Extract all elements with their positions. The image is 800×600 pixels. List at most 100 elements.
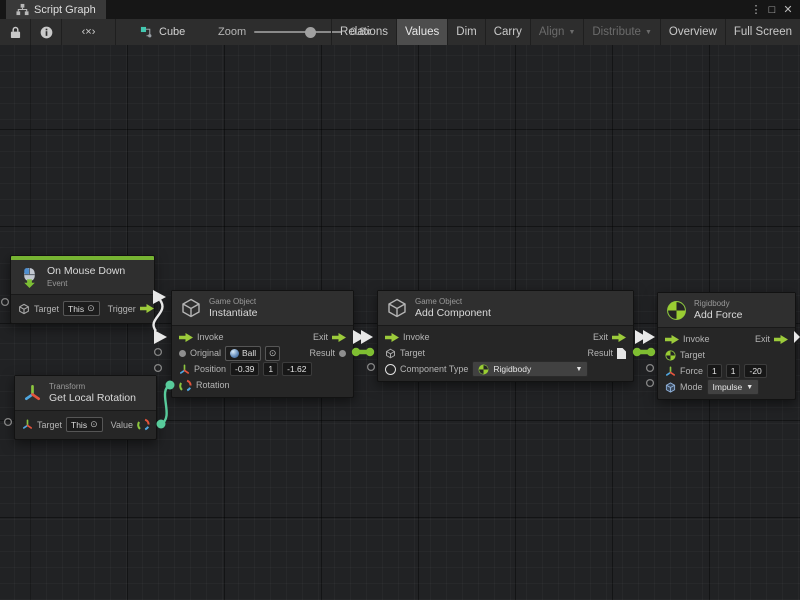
game-object-icon <box>180 297 202 319</box>
ball-prefab-icon <box>230 349 239 358</box>
port-label-target: Target <box>400 348 425 358</box>
node-category: Game Object <box>415 296 491 307</box>
port-label-exit: Exit <box>313 332 328 342</box>
exit-output-port[interactable] <box>612 333 626 342</box>
port-label-result: Result <box>587 348 613 358</box>
carry-button[interactable]: Carry <box>485 19 530 45</box>
node-instantiate[interactable]: Game Object Instantiate Invoke Exit Orig… <box>171 290 354 398</box>
close-icon[interactable]: ✕ <box>780 3 796 16</box>
port-label-rotation: Rotation <box>196 380 230 390</box>
invoke-input-port[interactable] <box>665 335 679 344</box>
force-vector-icon <box>665 366 676 377</box>
port-label-position: Position <box>194 364 226 374</box>
graph-name: Cube <box>159 26 185 38</box>
game-object-icon <box>18 303 30 315</box>
info-button[interactable] <box>31 19 62 45</box>
force-mode-dropdown[interactable]: Impulse ▼ <box>707 379 760 395</box>
rotation-value-port[interactable] <box>137 418 150 431</box>
relations-button[interactable]: Relations <box>331 19 396 45</box>
chevron-down-icon: ▼ <box>746 384 753 391</box>
node-get-local-rotation[interactable]: Transform Get Local Rotation Target This… <box>14 375 157 440</box>
target-input-port[interactable] <box>665 350 676 361</box>
node-category: Game Object <box>209 296 257 307</box>
exit-output-port[interactable] <box>774 335 788 344</box>
node-on-mouse-down[interactable]: On Mouse Down Event Target This ⊙ Trigge… <box>10 255 155 324</box>
port-label-component-type: Component Type <box>400 364 468 374</box>
invoke-input-port[interactable] <box>385 333 399 342</box>
target-input-port[interactable] <box>385 348 396 359</box>
lock-button[interactable] <box>0 19 31 45</box>
invoke-input-port[interactable] <box>179 333 193 342</box>
force-x-field[interactable]: 1 <box>707 364 722 378</box>
position-x-field[interactable]: -0.39 <box>230 362 259 376</box>
force-y-field[interactable]: 1 <box>726 364 741 378</box>
port-label-exit: Exit <box>755 334 770 344</box>
object-picker-icon[interactable]: ⊙ <box>87 303 95 314</box>
component-type-dropdown[interactable]: Rigidbody ▼ <box>472 361 588 377</box>
toolbar: ‹×› Cube Zoom 0.8x Relations Values Dim … <box>0 19 800 46</box>
info-icon <box>40 26 53 39</box>
values-button[interactable]: Values <box>396 19 447 45</box>
rotation-input-port[interactable] <box>179 379 192 392</box>
node-title: Add Force <box>694 309 742 322</box>
rigidbody-icon <box>478 364 489 375</box>
tab-bar: Script Graph ⋮ □ ✕ <box>0 0 800 19</box>
distribute-dropdown[interactable]: Distribute ▼ <box>583 19 660 45</box>
node-title: Add Component <box>415 307 491 320</box>
original-value-chip[interactable]: Ball <box>225 346 261 361</box>
force-mode-icon <box>665 382 676 393</box>
target-value-chip[interactable]: This ⊙ <box>66 417 103 432</box>
port-label-invoke: Invoke <box>403 332 430 342</box>
port-label-original: Original <box>190 348 221 358</box>
node-add-force[interactable]: Rigidbody Add Force Invoke Exit Target <box>657 292 796 400</box>
zoom-label: Zoom <box>218 26 246 38</box>
node-add-component[interactable]: Game Object Add Component Invoke Exit Ta… <box>377 290 634 382</box>
node-category: Transform <box>49 381 136 392</box>
transform-icon <box>23 384 42 403</box>
port-label-force: Force <box>680 366 703 376</box>
chevron-down-icon: ▼ <box>575 366 582 373</box>
original-input-port[interactable] <box>179 350 186 357</box>
window-menu-icon[interactable]: ⋮ <box>748 3 764 16</box>
chevron-down-icon: ▼ <box>645 29 652 36</box>
overview-button[interactable]: Overview <box>660 19 725 45</box>
port-label-exit: Exit <box>593 332 608 342</box>
position-y-field[interactable]: 1 <box>263 362 278 376</box>
node-title: Get Local Rotation <box>49 392 136 405</box>
graph-node-icon <box>140 26 153 39</box>
trigger-output-port[interactable] <box>140 304 154 313</box>
zoom-slider-handle[interactable] <box>305 27 316 38</box>
port-label-invoke: Invoke <box>683 334 710 344</box>
position-z-field[interactable]: -1.62 <box>282 362 311 376</box>
script-graph-window: Script Graph ⋮ □ ✕ <box>0 0 800 600</box>
port-label-target: Target <box>680 350 705 360</box>
component-result-port[interactable] <box>617 348 626 359</box>
game-object-icon <box>386 297 408 319</box>
dim-button[interactable]: Dim <box>447 19 484 45</box>
object-picker-icon[interactable]: ⊙ <box>90 419 98 430</box>
node-title: Instantiate <box>209 307 257 320</box>
lock-icon <box>10 26 21 39</box>
port-label-value: Value <box>111 420 133 430</box>
node-category: Rigidbody <box>694 298 742 309</box>
fullscreen-button[interactable]: Full Screen <box>725 19 800 45</box>
mouse-down-icon <box>19 267 40 288</box>
zoom-slider[interactable] <box>254 31 342 33</box>
port-label-result: Result <box>309 348 335 358</box>
component-type-input-port[interactable] <box>385 364 396 375</box>
graph-hierarchy-icon <box>16 3 29 16</box>
port-label-target: Target <box>37 420 62 430</box>
align-dropdown[interactable]: Align ▼ <box>530 19 584 45</box>
result-output-port[interactable] <box>339 350 346 357</box>
tab-script-graph[interactable]: Script Graph <box>6 0 106 19</box>
port-label-invoke: Invoke <box>197 332 224 342</box>
edit-code-button[interactable]: ‹×› <box>62 19 116 45</box>
object-picker-icon[interactable]: ⊙ <box>265 346 280 361</box>
target-value-chip[interactable]: This ⊙ <box>63 301 100 316</box>
graph-breadcrumb[interactable]: Cube <box>140 19 185 45</box>
transform-mini-icon <box>22 419 33 430</box>
maximize-icon[interactable]: □ <box>764 4 780 16</box>
node-title: On Mouse Down <box>47 265 125 278</box>
force-z-field[interactable]: -20 <box>744 364 766 378</box>
exit-output-port[interactable] <box>332 333 346 342</box>
